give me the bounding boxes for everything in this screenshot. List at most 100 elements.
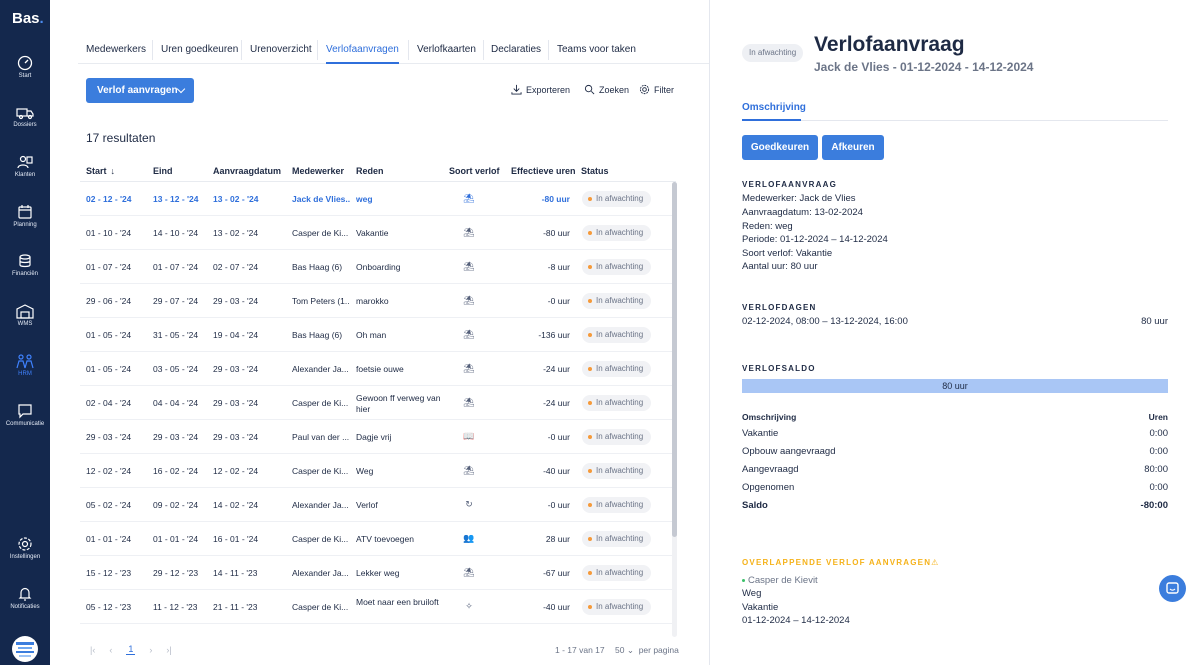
cell-start: 12 - 02 - '24 bbox=[86, 466, 132, 476]
sidebar-item-planning[interactable]: Planning bbox=[0, 204, 50, 228]
column-eind[interactable]: Eind bbox=[153, 166, 173, 176]
overlap-employee[interactable]: Casper de Kievit bbox=[742, 575, 818, 586]
tab-uren-goedkeuren[interactable]: Uren goedkeuren bbox=[161, 38, 238, 64]
cell-effectieve-uren: -67 uur bbox=[543, 568, 570, 578]
column-medewerker[interactable]: Medewerker bbox=[292, 166, 344, 176]
table-row[interactable]: 01 - 05 - '24 31 - 05 - '24 19 - 04 - '24 B… bbox=[80, 318, 676, 352]
tab-omschrijving[interactable]: Omschrijving bbox=[742, 102, 806, 113]
days-range: 02-12-2024, 08:00 – 13-12-2024, 16:00 bbox=[742, 316, 908, 327]
cell-eind: 14 - 10 - '24 bbox=[153, 228, 199, 238]
cell-medewerker: Casper de Ki... bbox=[292, 534, 349, 544]
tab-declaraties[interactable]: Declaraties bbox=[491, 38, 541, 64]
tab-verlofaanvragen[interactable]: Verlofaanvragen bbox=[326, 38, 399, 64]
column-soort-verlof[interactable]: Soort verlof bbox=[449, 166, 500, 176]
tab-divider bbox=[152, 40, 153, 60]
truck-icon bbox=[16, 108, 34, 120]
approve-button[interactable]: Goedkeuren bbox=[742, 135, 818, 160]
table-row[interactable]: 12 - 02 - '24 16 - 02 - '24 12 - 02 - '24 C… bbox=[80, 454, 676, 488]
column-effectieve-uren[interactable]: Effectieve uren bbox=[511, 166, 576, 176]
tab-teams-voor-taken[interactable]: Teams voor taken bbox=[557, 38, 636, 64]
table-row[interactable]: 02 - 04 - '24 04 - 04 - '24 29 - 03 - '24 C… bbox=[80, 386, 676, 420]
support-chat-button[interactable] bbox=[1159, 575, 1186, 602]
table-scrollbar[interactable] bbox=[672, 182, 677, 637]
cell-start: 05 - 02 - '24 bbox=[86, 500, 132, 510]
prev-page-button[interactable]: ‹ bbox=[109, 645, 112, 655]
request-leave-button[interactable]: Verlof aanvragen bbox=[86, 78, 194, 103]
tab-bar: Medewerkers Uren goedkeuren Urenoverzich… bbox=[78, 38, 709, 64]
filter-button[interactable]: Filter bbox=[639, 84, 674, 95]
sidebar-item-financien[interactable]: Financiën bbox=[0, 253, 50, 277]
cell-medewerker: Tom Peters (1... bbox=[292, 296, 350, 306]
beach-icon: ⛱ bbox=[463, 363, 475, 373]
cell-effectieve-uren: -24 uur bbox=[543, 364, 570, 374]
table-row[interactable]: 01 - 10 - '24 14 - 10 - '24 13 - 02 - '24 C… bbox=[80, 216, 676, 250]
sparkle-icon: ✧ bbox=[465, 601, 473, 611]
first-page-button[interactable]: |‹ bbox=[90, 645, 95, 655]
request-period: Periode: 01-12-2024 – 14-12-2024 bbox=[742, 234, 888, 245]
sidebar-item-klanten[interactable]: Klanten bbox=[0, 154, 50, 178]
cell-reden: Dagje vrij bbox=[356, 432, 392, 442]
cell-medewerker: Bas Haag (6) bbox=[292, 330, 343, 340]
table-row[interactable]: 29 - 03 - '24 29 - 03 - '24 29 - 03 - '24 P… bbox=[80, 420, 676, 454]
column-start[interactable]: Start ↓ bbox=[86, 166, 115, 176]
avatar[interactable] bbox=[12, 636, 38, 662]
page-1-button[interactable]: 1 bbox=[126, 644, 136, 655]
table-row[interactable]: 05 - 02 - '24 09 - 02 - '24 14 - 02 - '24 A… bbox=[80, 488, 676, 522]
sidebar-item-wms[interactable]: WMS bbox=[0, 303, 50, 327]
balance-header: Omschrijving Uren bbox=[742, 412, 1168, 422]
tab-divider bbox=[483, 40, 484, 60]
people-icon bbox=[16, 354, 34, 369]
status-pill: In afwachting bbox=[582, 463, 652, 479]
overlap-period: 01-12-2024 – 14-12-2024 bbox=[742, 615, 850, 626]
cell-aanvraagdatum: 29 - 03 - '24 bbox=[213, 296, 259, 306]
next-page-button[interactable]: › bbox=[149, 645, 152, 655]
cell-start: 15 - 12 - '23 bbox=[86, 568, 132, 578]
export-button[interactable]: Exporteren bbox=[511, 84, 570, 95]
cell-start: 29 - 03 - '24 bbox=[86, 432, 132, 442]
table-header: Start ↓ Eind Aanvraagdatum Medewerker Red… bbox=[80, 162, 676, 182]
balance-row: Opbouw aangevraagd 0:00 bbox=[742, 446, 1168, 457]
cell-eind: 09 - 02 - '24 bbox=[153, 500, 199, 510]
sidebar-item-hrm[interactable]: HRM bbox=[0, 353, 50, 377]
bell-icon bbox=[18, 587, 32, 601]
page-size-select[interactable]: 50 ⌄ per pagina bbox=[615, 645, 679, 656]
table-row[interactable]: 01 - 07 - '24 01 - 07 - '24 02 - 07 - '24 B… bbox=[80, 250, 676, 284]
cell-medewerker: Casper de Ki... bbox=[292, 228, 349, 238]
scrollbar-thumb[interactable] bbox=[672, 182, 677, 537]
table-row[interactable]: 15 - 12 - '23 29 - 12 - '23 14 - 11 - '23 A… bbox=[80, 556, 676, 590]
balance-row: Opgenomen 0:00 bbox=[742, 482, 1168, 493]
column-aanvraagdatum[interactable]: Aanvraagdatum bbox=[213, 166, 281, 176]
cell-eind: 13 - 12 - '24 bbox=[153, 194, 199, 204]
saldo-section-title: VERLOFSALDO bbox=[742, 364, 816, 373]
sidebar-item-communicatie[interactable]: Communicatie bbox=[0, 403, 50, 427]
sidebar-item-start[interactable]: Start bbox=[0, 55, 50, 79]
sort-arrow-icon: ↓ bbox=[110, 166, 116, 176]
sidebar-item-dossiers[interactable]: Dossiers bbox=[0, 104, 50, 128]
cell-medewerker: Casper de Ki... bbox=[292, 602, 349, 612]
table-row[interactable]: 05 - 12 - '23 11 - 12 - '23 21 - 11 - '23 C… bbox=[80, 590, 676, 624]
app-logo[interactable]: Bas. bbox=[12, 10, 44, 27]
table-row[interactable]: 01 - 05 - '24 03 - 05 - '24 29 - 03 - '24 A… bbox=[80, 352, 676, 386]
sidebar-item-instellingen[interactable]: Instellingen bbox=[0, 536, 50, 560]
cell-medewerker: Paul van der ... bbox=[292, 432, 350, 442]
cell-effectieve-uren: 28 uur bbox=[545, 534, 570, 544]
search-button[interactable]: Zoeken bbox=[584, 84, 629, 95]
cell-aanvraagdatum: 19 - 04 - '24 bbox=[213, 330, 259, 340]
beach-icon: ⛱ bbox=[463, 193, 475, 203]
cell-medewerker: Jack de Vlies... bbox=[292, 194, 350, 204]
reject-button[interactable]: Afkeuren bbox=[822, 135, 884, 160]
cell-aanvraagdatum: 14 - 02 - '24 bbox=[213, 500, 259, 510]
tab-medewerkers[interactable]: Medewerkers bbox=[86, 38, 146, 64]
table-row[interactable]: 01 - 01 - '24 01 - 01 - '24 16 - 01 - '24 C… bbox=[80, 522, 676, 556]
tab-verlofkaarten[interactable]: Verlofkaarten bbox=[417, 38, 476, 64]
table-row[interactable]: 29 - 06 - '24 29 - 07 - '24 29 - 03 - '24 T… bbox=[80, 284, 676, 318]
last-page-button[interactable]: ›| bbox=[166, 645, 171, 655]
sidebar-item-notificaties[interactable]: Notificaties bbox=[0, 586, 50, 610]
cell-eind: 29 - 12 - '23 bbox=[153, 568, 199, 578]
column-status[interactable]: Status bbox=[581, 166, 609, 176]
table-row[interactable]: 02 - 12 - '24 13 - 12 - '24 13 - 02 - '24 J… bbox=[80, 182, 676, 216]
column-reden[interactable]: Reden bbox=[356, 166, 384, 176]
tab-urenoverzicht[interactable]: Urenoverzicht bbox=[250, 38, 312, 64]
pagination: |‹ ‹ 1 › ›| bbox=[90, 644, 172, 655]
status-pill: In afwachting bbox=[582, 293, 652, 309]
